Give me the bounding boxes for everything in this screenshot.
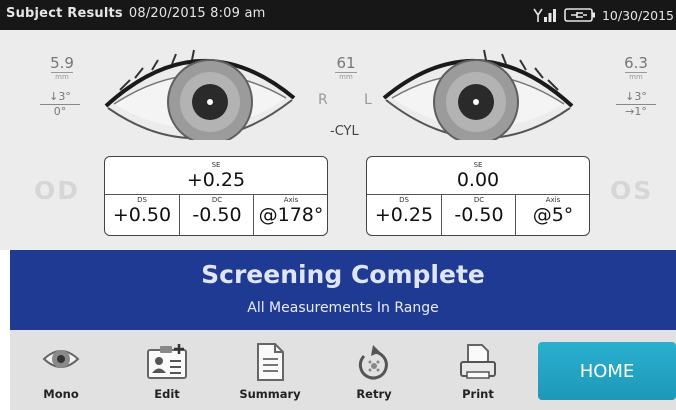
signal-icon [532, 7, 558, 23]
od-measurement: 5.9 mm [46, 55, 78, 81]
printer-icon [458, 342, 498, 386]
od-deviation-horizontal: 0° [53, 105, 67, 118]
od-gaze-deviation: ↓3° 0° [40, 90, 80, 118]
retry-icon [356, 342, 392, 386]
os-axis-label: Axis [545, 196, 561, 204]
od-se-value: +0.25 [186, 169, 246, 191]
status-title-group: Subject Results 08/20/2015 8:09 am [6, 6, 266, 21]
od-se-label: SE [211, 161, 221, 169]
os-measure-unit: mm [625, 72, 647, 81]
os-se-label: SE [473, 161, 483, 169]
os-deviation-horizontal: →1° [625, 105, 647, 118]
screening-status-banner: Screening Complete All Measurements In R… [10, 250, 676, 330]
pd-value: 61 [336, 54, 356, 72]
pd-unit: mm [335, 72, 357, 81]
os-deviation-vertical: ↓3° [616, 90, 656, 105]
os-se-value: 0.00 [456, 169, 500, 191]
bottom-toolbar: Mono Edit Summary Retry Print HOME [10, 330, 676, 410]
result-timestamp: 08/20/2015 8:09 am [128, 6, 266, 21]
od-axis-cell: Axis @178° [253, 194, 327, 235]
od-measure-unit: mm [51, 72, 73, 81]
left-eye-letter: L [364, 92, 372, 108]
right-eye-icon [100, 40, 300, 145]
summary-document-icon [255, 342, 285, 386]
od-dc-label: DC [211, 196, 223, 204]
os-dc-value: -0.50 [454, 204, 504, 226]
status-date: 10/30/2015 [601, 7, 674, 23]
status-bar: Subject Results 08/20/2015 8:09 am 10/30/… [0, 0, 676, 30]
left-eye-icon [378, 40, 578, 145]
os-measure-value: 6.3 [624, 54, 648, 72]
od-label: OD [34, 176, 81, 205]
od-ds-label: DS [137, 196, 147, 204]
summary-button[interactable]: Summary [235, 330, 305, 410]
os-measurement: 6.3 mm [620, 55, 652, 81]
cyl-mode-label: -CYL [330, 124, 359, 139]
os-ds-value: +0.25 [374, 204, 434, 226]
status-icons: 10/30/2015 [532, 6, 674, 24]
retry-label: Retry [356, 387, 392, 401]
banner-title: Screening Complete [201, 260, 485, 289]
os-dc-cell: DC -0.50 [441, 194, 516, 235]
mono-button[interactable]: Mono [26, 330, 96, 410]
edit-label: Edit [154, 387, 180, 401]
od-axis-value: @178° [258, 204, 324, 226]
od-measure-value: 5.9 [50, 54, 74, 72]
eye-icon [41, 342, 81, 380]
pupillary-distance: 61 mm [330, 55, 362, 81]
od-ds-cell: DS +0.50 [105, 194, 179, 235]
od-deviation-vertical: ↓3° [40, 90, 80, 105]
mono-label: Mono [43, 387, 79, 401]
os-gaze-deviation: ↓3° →1° [616, 90, 656, 118]
od-dc-cell: DC -0.50 [179, 194, 254, 235]
os-dc-label: DC [473, 196, 485, 204]
os-result-box: SE 0.00 DS +0.25 DC -0.50 Axis @5° [366, 156, 590, 236]
summary-label: Summary [239, 387, 301, 401]
retry-button[interactable]: Retry [339, 330, 409, 410]
banner-subtitle: All Measurements In Range [247, 300, 439, 316]
right-eye-letter: R [318, 92, 328, 108]
os-ds-cell: DS +0.25 [367, 194, 441, 235]
subject-results-screen: Subject Results 08/20/2015 8:09 am 10/30/… [0, 0, 676, 410]
screen-title: Subject Results [6, 6, 123, 21]
od-result-box: SE +0.25 DS +0.50 DC -0.50 Axis @178° [104, 156, 328, 236]
od-ds-value: +0.50 [112, 204, 172, 226]
os-ds-label: DS [399, 196, 409, 204]
od-dc-value: -0.50 [192, 204, 242, 226]
print-label: Print [462, 387, 494, 401]
battery-charging-icon [564, 7, 596, 23]
os-axis-value: @5° [532, 204, 574, 226]
os-label: OS [610, 176, 654, 205]
edit-button[interactable]: Edit [132, 330, 202, 410]
print-button[interactable]: Print [443, 330, 513, 410]
od-axis-label: Axis [283, 196, 299, 204]
results-panel: 5.9 mm ↓3° 0° OD 61 mm R L -CYL 6.3 mm ↓… [0, 30, 676, 250]
edit-subject-icon [145, 342, 189, 384]
os-axis-cell: Axis @5° [515, 194, 589, 235]
home-button[interactable]: HOME [538, 342, 676, 400]
